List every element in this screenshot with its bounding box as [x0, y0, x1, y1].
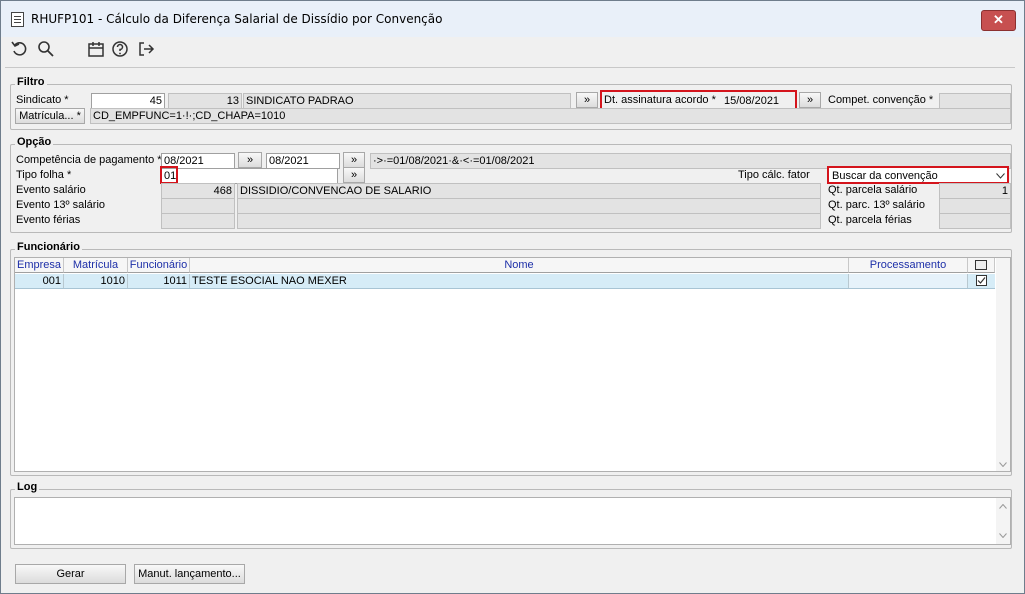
scroll-down-icon[interactable]: [999, 533, 1007, 538]
evento-13-label: Evento 13º salário: [16, 199, 106, 211]
evento-salario-desc-field: DISSIDIO/CONVENCAO DE SALARIO: [237, 183, 821, 199]
sindicato-name-field: SINDICATO PADRAO: [243, 93, 571, 109]
col-header-select-all[interactable]: [968, 258, 995, 273]
dt-assinatura-highlight: [600, 90, 797, 110]
log-scrollbar[interactable]: [996, 498, 1010, 544]
tipo-calc-highlight: [827, 166, 1009, 184]
evento-ferias-label: Evento férias: [16, 214, 81, 226]
funcionario-table: Empresa Matrícula Funcionário Nome Proce…: [14, 257, 1011, 472]
table-row[interactable]: 001 1010 1011 TESTE ESOCIAL NAO MEXER: [15, 274, 995, 289]
scroll-down-icon[interactable]: [999, 462, 1007, 467]
sindicato-label: Sindicato *: [16, 94, 69, 106]
row-checkbox[interactable]: [976, 275, 987, 286]
competencia-to-input[interactable]: 08/2021: [266, 153, 340, 169]
tipo-folha-nav-button[interactable]: »: [343, 167, 365, 183]
col-header-empresa[interactable]: Empresa: [15, 258, 64, 273]
dt-assinatura-nav-button[interactable]: »: [799, 92, 821, 108]
cell-funcionario: 1011: [128, 274, 190, 288]
log-textarea[interactable]: [14, 497, 1011, 545]
table-scrollbar[interactable]: [996, 258, 1010, 471]
col-header-funcionario[interactable]: Funcionário: [128, 258, 190, 273]
document-icon: [11, 12, 24, 27]
tipo-calc-label: Tipo cálc. fator: [738, 169, 810, 181]
col-header-matricula[interactable]: Matrícula: [64, 258, 128, 273]
compet-convencao-field: [939, 93, 1011, 109]
title-bar: RHUFP101 - Cálculo da Diferença Salarial…: [1, 1, 1024, 37]
gerar-button[interactable]: Gerar: [15, 564, 126, 584]
funcionario-title: Funcionário: [15, 241, 82, 253]
tipo-folha-input[interactable]: 01: [161, 168, 338, 184]
opcao-title: Opção: [15, 136, 54, 148]
evento-ferias-desc-field: [237, 213, 821, 229]
cell-empresa: 001: [15, 274, 64, 288]
matricula-filter-field: CD_EMPFUNC=1·!·;CD_CHAPA=1010: [90, 108, 1011, 124]
sindicato-code-input[interactable]: 45: [91, 93, 165, 109]
compet-convencao-label: Compet. convenção *: [828, 94, 934, 106]
cell-select[interactable]: [968, 274, 995, 288]
scroll-up-icon[interactable]: [999, 504, 1007, 509]
cell-nome: TESTE ESOCIAL NAO MEXER: [190, 274, 849, 288]
tipo-folha-label: Tipo folha *: [16, 169, 72, 181]
qt-13-field: [939, 198, 1011, 214]
evento-13-code-field: [161, 198, 235, 214]
evento-salario-label: Evento salário: [16, 184, 86, 196]
search-icon[interactable]: [37, 40, 55, 58]
undo-icon[interactable]: [10, 40, 28, 58]
toolbar-separator: [5, 67, 1015, 68]
qt-ferias-field: [939, 213, 1011, 229]
qt-parcela-field: 1: [939, 183, 1011, 199]
manut-lancamento-button[interactable]: Manut. lançamento...: [134, 564, 245, 584]
tipo-folha-highlight: [160, 166, 178, 184]
close-button[interactable]: ✕: [981, 10, 1016, 31]
competencia-to-nav-button[interactable]: »: [343, 152, 365, 168]
evento-13-desc-field: [237, 198, 821, 214]
cell-processamento: [849, 274, 968, 288]
filtro-title: Filtro: [15, 76, 47, 88]
competencia-nav-button[interactable]: »: [238, 152, 262, 168]
exit-icon[interactable]: [137, 40, 155, 58]
qt-parcela-label: Qt. parcela salário: [828, 184, 918, 196]
calendar-icon[interactable]: [87, 40, 105, 58]
evento-salario-code-field: 468: [161, 183, 235, 199]
col-header-nome[interactable]: Nome: [190, 258, 849, 273]
window-title: RHUFP101 - Cálculo da Diferença Salarial…: [31, 12, 443, 26]
matricula-button[interactable]: Matrícula... *: [15, 108, 85, 124]
help-icon[interactable]: [111, 40, 129, 58]
select-all-checkbox[interactable]: [975, 260, 987, 270]
col-header-processamento[interactable]: Processamento: [849, 258, 968, 273]
qt-13-label: Qt. parc. 13º salário: [828, 199, 925, 211]
sindicato-lookup-button[interactable]: »: [576, 92, 598, 108]
competencia-label: Competência de pagamento *: [16, 154, 162, 166]
log-title: Log: [15, 481, 40, 493]
evento-ferias-code-field: [161, 213, 235, 229]
sindicato-code2-field: 13: [168, 93, 242, 109]
qt-ferias-label: Qt. parcela férias: [828, 214, 912, 226]
main-window: RHUFP101 - Cálculo da Diferença Salarial…: [0, 0, 1025, 594]
cell-matricula: 1010: [64, 274, 128, 288]
